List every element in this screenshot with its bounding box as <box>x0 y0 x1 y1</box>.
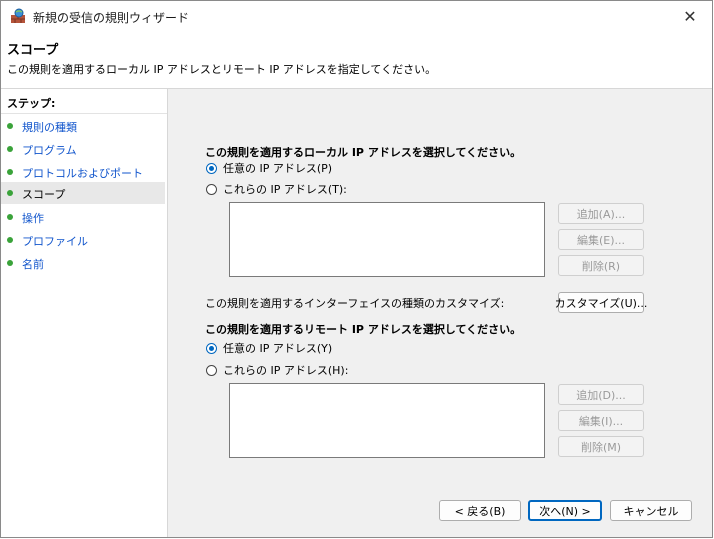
steps-label: ステップ: <box>7 97 56 110</box>
step-bullet-icon <box>7 169 13 175</box>
local-any-ip-label: 任意の IP アドレス(P) <box>223 162 333 175</box>
remote-add-button[interactable]: 追加(D)... <box>558 384 644 405</box>
page-description: この規則を適用するローカル IP アドレスとリモート IP アドレスを指定してく… <box>7 63 437 76</box>
title-bar: 新規の受信の規則ウィザード ✕ <box>1 1 712 31</box>
step-bullet-icon <box>7 237 13 243</box>
step-label: 規則の種類 <box>22 121 77 134</box>
local-edit-button[interactable]: 編集(E)... <box>558 229 644 250</box>
remote-these-ip-option[interactable]: これらの IP アドレス(H): <box>206 362 348 378</box>
local-ip-heading: この規則を適用するローカル IP アドレスを選択してください。 <box>205 146 522 159</box>
radio-button[interactable] <box>206 183 217 195</box>
local-remove-button[interactable]: 削除(R) <box>558 255 644 276</box>
close-button[interactable]: ✕ <box>668 1 712 31</box>
local-any-ip-option[interactable]: 任意の IP アドレス(P) <box>206 160 332 176</box>
step-rule-type[interactable]: 規則の種類 <box>1 115 165 137</box>
radio-button[interactable] <box>206 364 217 376</box>
local-these-ip-option[interactable]: これらの IP アドレス(T): <box>206 181 347 197</box>
interface-type-label: この規則を適用するインターフェイスの種類のカスタマイズ: <box>205 297 505 310</box>
close-icon: ✕ <box>683 6 697 26</box>
main-content: この規則を適用するローカル IP アドレスを選択してください。 任意の IP ア… <box>168 89 712 537</box>
page-header: スコープ この規則を適用するローカル IP アドレスとリモート IP アドレスを… <box>1 31 712 89</box>
customize-button[interactable]: カスタマイズ(U)... <box>555 292 647 313</box>
page-title: スコープ <box>7 43 59 58</box>
step-protocol-ports[interactable]: プロトコルおよびポート <box>1 161 165 183</box>
local-add-button[interactable]: 追加(A)... <box>558 203 644 224</box>
step-scope[interactable]: スコープ <box>1 182 165 204</box>
steps-panel: ステップ: 規則の種類 プログラム プロトコルおよびポート スコープ 操作 プロ… <box>1 89 168 537</box>
remote-edit-button[interactable]: 編集(I)... <box>558 410 644 431</box>
local-ip-list[interactable] <box>229 202 545 277</box>
step-profile[interactable]: プロファイル <box>1 229 165 251</box>
local-these-ip-label: これらの IP アドレス(T): <box>223 183 347 196</box>
step-label: プロトコルおよびポート <box>22 167 143 180</box>
remote-remove-button[interactable]: 削除(M) <box>558 436 644 457</box>
step-bullet-icon <box>7 214 13 220</box>
radio-button[interactable] <box>206 162 217 174</box>
remote-any-ip-option[interactable]: 任意の IP アドレス(Y) <box>206 340 332 356</box>
step-label: 操作 <box>22 212 44 225</box>
step-program[interactable]: プログラム <box>1 138 165 160</box>
cancel-button[interactable]: キャンセル <box>610 500 692 521</box>
step-bullet-icon <box>7 146 13 152</box>
firewall-wizard-icon <box>10 8 26 24</box>
remote-ip-heading: この規則を適用するリモート IP アドレスを選択してください。 <box>205 323 522 336</box>
step-label: 名前 <box>22 258 44 271</box>
radio-button[interactable] <box>206 342 217 354</box>
step-bullet-icon <box>7 190 13 196</box>
step-label: プログラム <box>22 144 77 157</box>
remote-these-ip-label: これらの IP アドレス(H): <box>223 364 349 377</box>
step-name[interactable]: 名前 <box>1 252 165 274</box>
next-button[interactable]: 次へ(N) > <box>528 500 602 521</box>
wizard-window: 新規の受信の規則ウィザード ✕ スコープ この規則を適用するローカル IP アド… <box>0 0 713 538</box>
step-label: プロファイル <box>22 235 88 248</box>
step-bullet-icon <box>7 123 13 129</box>
remote-ip-list[interactable] <box>229 383 545 458</box>
step-bullet-icon <box>7 260 13 266</box>
remote-any-ip-label: 任意の IP アドレス(Y) <box>223 342 333 355</box>
steps-divider <box>1 113 167 114</box>
back-button[interactable]: < 戻る(B) <box>439 500 521 521</box>
step-action[interactable]: 操作 <box>1 206 165 228</box>
window-title: 新規の受信の規則ウィザード <box>33 11 190 25</box>
step-label: スコープ <box>22 188 66 201</box>
